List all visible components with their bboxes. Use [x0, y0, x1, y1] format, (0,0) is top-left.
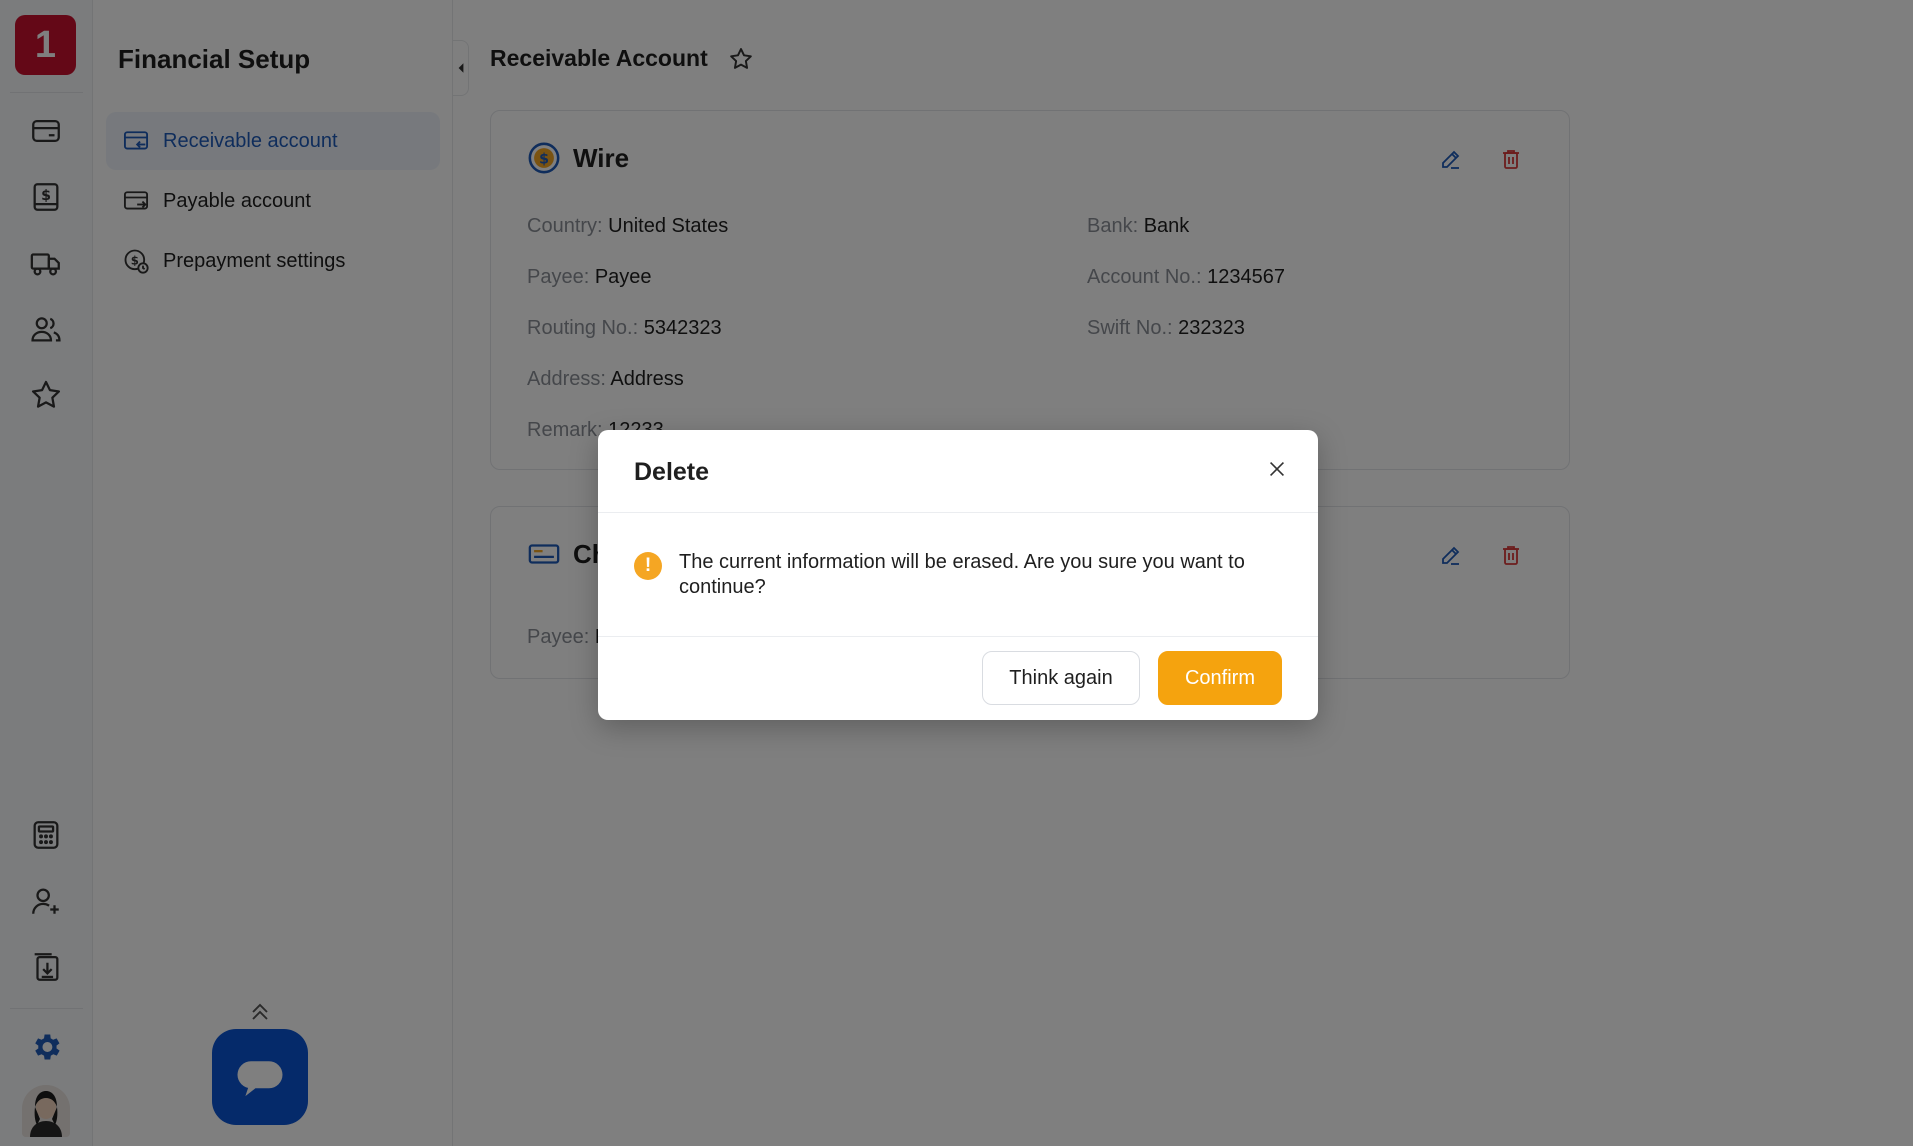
- dialog-divider: [598, 636, 1318, 637]
- close-icon[interactable]: [1264, 456, 1290, 482]
- delete-dialog: Delete ! The current information will be…: [598, 430, 1318, 720]
- dialog-title: Delete: [634, 458, 710, 486]
- dialog-message: The current information will be erased. …: [679, 551, 1245, 598]
- think-again-button[interactable]: Think again: [982, 651, 1140, 705]
- warning-icon: !: [634, 552, 662, 580]
- dialog-divider: [598, 512, 1318, 513]
- confirm-button[interactable]: Confirm: [1158, 651, 1282, 705]
